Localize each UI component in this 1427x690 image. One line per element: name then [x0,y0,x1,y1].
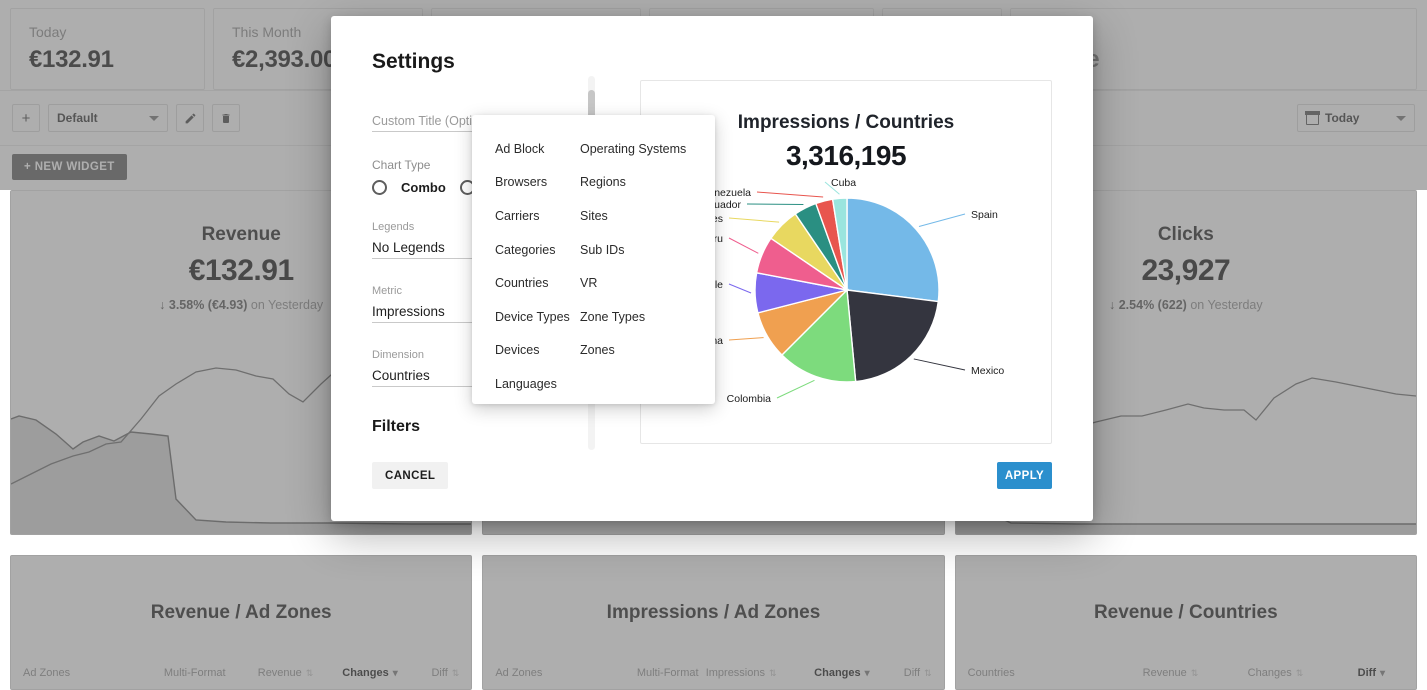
radio-combo[interactable] [372,180,387,195]
dropdown-item-regions[interactable]: Regions [580,166,715,200]
cancel-button[interactable]: CANCEL [372,462,448,489]
pie-slice-label: Spain [971,209,998,221]
app-root: Today €132.91 This Month €2,393.00 N D J… [0,0,1427,690]
dropdown-item-zone-types[interactable]: Zone Types [580,300,715,334]
pie-label-leader-line [729,218,779,222]
dropdown-item-sites[interactable]: Sites [580,199,715,233]
pie-slice[interactable] [847,290,938,382]
pie-label-leader-line [914,359,965,370]
settings-modal: Settings Custom Title (Optional) Chart T… [331,16,1093,521]
pie-slice-label: Mexico [971,365,1004,377]
pie-label-leader-line [729,338,764,340]
pie-label-leader-line [757,192,823,197]
pie-label-leader-line [919,214,965,227]
dropdown-item-categories[interactable]: Categories [495,233,580,267]
apply-button[interactable]: APPLY [997,462,1052,489]
pie-label-leader-line [729,238,758,253]
filters-heading: Filters [372,418,420,436]
dropdown-columns: Ad Block Browsers Carriers Categories Co… [472,132,715,401]
dropdown-item-vr[interactable]: VR [580,266,715,300]
pie-slice-label: Cuba [831,177,856,189]
pie-slice[interactable] [847,198,939,302]
dropdown-item-operating-systems[interactable]: Operating Systems [580,132,715,166]
dropdown-column-1: Ad Block Browsers Carriers Categories Co… [472,132,580,401]
radio-combo-label: Combo [401,180,446,195]
dropdown-item-device-types[interactable]: Device Types [495,300,580,334]
pie-slice-label: Colombia [727,393,772,405]
dropdown-item-ad-block[interactable]: Ad Block [495,132,580,166]
dropdown-item-carriers[interactable]: Carriers [495,199,580,233]
dropdown-item-sub-ids[interactable]: Sub IDs [580,233,715,267]
modal-title: Settings [372,50,455,74]
dropdown-item-countries[interactable]: Countries [495,266,580,300]
dropdown-item-languages[interactable]: Languages [495,367,580,401]
dimension-dropdown-menu[interactable]: Ad Block Browsers Carriers Categories Co… [472,115,715,404]
dropdown-item-zones[interactable]: Zones [580,334,715,368]
dropdown-item-browsers[interactable]: Browsers [495,166,580,200]
dropdown-item-devices[interactable]: Devices [495,334,580,368]
pie-label-leader-line [777,380,814,398]
pie-label-leader-line [729,284,751,293]
dropdown-column-2: Operating Systems Regions Sites Sub IDs … [580,132,715,401]
